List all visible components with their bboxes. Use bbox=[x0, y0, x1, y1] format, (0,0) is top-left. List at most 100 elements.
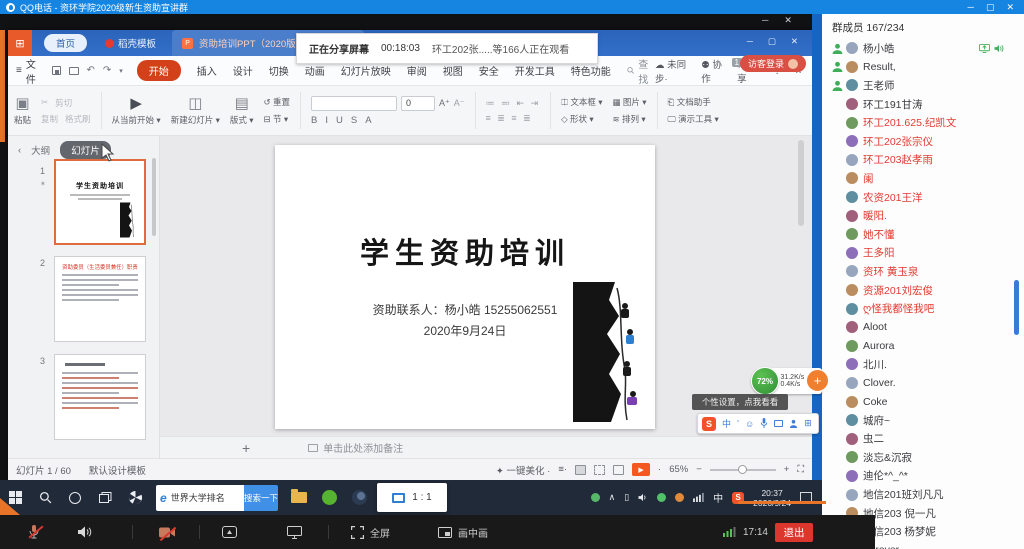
tab-home[interactable]: 首页 bbox=[44, 34, 87, 52]
menu-tab[interactable]: 审阅 bbox=[407, 63, 427, 78]
notes-placeholder[interactable]: 单击此处添加备注 bbox=[308, 440, 403, 455]
360-browser-icon[interactable] bbox=[120, 480, 150, 515]
member-row[interactable]: 淡忘&沉寂 bbox=[822, 448, 1024, 467]
app-circle-icon[interactable] bbox=[344, 480, 374, 515]
sogou-logo-icon[interactable]: S bbox=[702, 417, 716, 431]
align-icons[interactable]: ≡ ≣ ≡ ≣ bbox=[486, 113, 541, 124]
section-button[interactable]: ⊟ 节 ▾ bbox=[264, 113, 291, 125]
member-row[interactable]: 环工203赵孝雨 bbox=[822, 151, 1024, 170]
format-button[interactable]: I bbox=[325, 115, 328, 126]
taskbar-search-bar[interactable]: e bbox=[156, 485, 244, 511]
member-row[interactable]: 王老师 bbox=[822, 76, 1024, 95]
menu-tab[interactable]: 设计 bbox=[233, 63, 253, 78]
menu-tab[interactable]: 开始 bbox=[137, 60, 181, 81]
arrange-button[interactable]: ≋ 排列 ▾ bbox=[612, 113, 646, 125]
zoom-level[interactable]: 65% bbox=[669, 464, 688, 475]
decrease-font-icon[interactable]: A⁻ bbox=[454, 98, 465, 109]
fullscreen-button[interactable]: 全屏 bbox=[351, 525, 390, 540]
whiteboard-icon[interactable] bbox=[287, 526, 302, 539]
ime-language-toggle[interactable]: 中 bbox=[722, 417, 731, 430]
member-row[interactable]: 阑 bbox=[822, 169, 1024, 188]
wps-app-logo-icon[interactable]: ⊞ bbox=[8, 30, 32, 56]
zoom-slider-handle[interactable] bbox=[738, 465, 747, 474]
member-row[interactable]: Coke bbox=[822, 392, 1024, 411]
soft-keyboard-icon[interactable] bbox=[774, 420, 783, 427]
print-icon[interactable] bbox=[69, 67, 79, 75]
member-row[interactable]: 资源201刘宏俊 bbox=[822, 281, 1024, 300]
save-icon[interactable] bbox=[52, 66, 61, 75]
tray-battery-icon[interactable]: ▯ bbox=[624, 492, 629, 503]
slide-thumbnail-2[interactable]: 资助委员（生活委员兼任）职责 bbox=[54, 256, 146, 342]
expand-panel-button[interactable]: + bbox=[806, 369, 829, 392]
menu-tab[interactable]: 开发工具 bbox=[515, 63, 555, 78]
member-row[interactable]: 环工201.625.纪凯文 bbox=[822, 113, 1024, 132]
tray-wechat-icon[interactable] bbox=[657, 493, 666, 502]
paste-button[interactable]: ▣ 粘贴 bbox=[14, 90, 31, 131]
punctuation-toggle-icon[interactable]: ʼ bbox=[737, 419, 739, 429]
reset-button[interactable]: ↺ 重置 bbox=[264, 96, 291, 108]
tray-usb-icon[interactable] bbox=[591, 493, 600, 502]
quickbar-dropdown-icon[interactable]: ▾ bbox=[119, 67, 123, 75]
sync-status[interactable]: ☁ 未同步· bbox=[655, 57, 688, 85]
share-screen-icon[interactable] bbox=[222, 526, 237, 538]
slide-thumbnail-3[interactable] bbox=[54, 354, 146, 440]
zoom-out-button[interactable]: − bbox=[696, 464, 702, 475]
format-button[interactable]: B bbox=[311, 115, 317, 126]
slide-area-scrollbar[interactable] bbox=[798, 140, 804, 226]
normal-view-icon[interactable] bbox=[575, 465, 586, 475]
tab-outline[interactable]: 大纲 bbox=[31, 143, 50, 157]
wps-close-button[interactable]: ✕ bbox=[791, 36, 798, 47]
panel-collapse-icon[interactable]: ‹ bbox=[18, 145, 21, 156]
member-row[interactable]: 虫二 bbox=[822, 429, 1024, 448]
camera-muted-icon[interactable] bbox=[159, 527, 175, 538]
member-row[interactable]: 迪伦*^_^* bbox=[822, 467, 1024, 486]
collab-button[interactable]: ⚉ 协作 bbox=[701, 57, 724, 85]
file-menu[interactable]: ≡ 文件 bbox=[16, 56, 42, 86]
member-row[interactable]: 王多阳 bbox=[822, 244, 1024, 263]
tray-qq-icon[interactable] bbox=[675, 493, 684, 502]
slide-thumbnail-1[interactable]: 学生资助培训 bbox=[54, 159, 146, 245]
shape-button[interactable]: ◇ 形状 ▾ bbox=[561, 113, 602, 125]
thumbnail-scrollbar[interactable] bbox=[152, 158, 156, 236]
undo-icon[interactable]: ↶ bbox=[87, 65, 95, 76]
taskbar-search-input[interactable] bbox=[171, 493, 233, 503]
member-row[interactable]: 杨小皓 bbox=[822, 39, 1024, 58]
minimize-button[interactable]: ─ bbox=[968, 2, 974, 13]
microphone-muted-icon[interactable] bbox=[28, 525, 40, 539]
cortana-icon[interactable] bbox=[60, 480, 90, 515]
guest-login-button[interactable]: 访客登录 bbox=[740, 55, 806, 72]
zoom-slider[interactable] bbox=[710, 469, 776, 471]
search-box[interactable]: 查找 bbox=[627, 56, 655, 86]
cut-icon[interactable]: ✂ bbox=[41, 97, 48, 108]
format-button[interactable]: U bbox=[336, 115, 343, 126]
menu-tab[interactable]: 切换 bbox=[269, 63, 289, 78]
member-row[interactable]: 她不懂 bbox=[822, 225, 1024, 244]
member-row[interactable]: 北川. bbox=[822, 355, 1024, 374]
member-row[interactable]: 城府~ bbox=[822, 411, 1024, 430]
panel-divider[interactable] bbox=[812, 14, 822, 549]
member-row[interactable]: Result, bbox=[822, 58, 1024, 77]
wps-maximize-button[interactable]: ▢ bbox=[768, 36, 776, 47]
member-row[interactable]: 暖阳. bbox=[822, 206, 1024, 225]
list-format-icons[interactable]: ≔ ≕ ⇤ ⇥ bbox=[486, 98, 541, 109]
file-explorer-icon[interactable] bbox=[284, 480, 314, 515]
design-template-label[interactable]: 默认设计模板 bbox=[89, 463, 146, 477]
exit-call-button[interactable]: 退出 bbox=[775, 523, 813, 542]
menu-tab[interactable]: 插入 bbox=[197, 63, 217, 78]
member-row[interactable]: Aloot bbox=[822, 318, 1024, 337]
fit-window-icon[interactable]: ⛶ bbox=[797, 464, 804, 475]
play-from-current-button[interactable]: ▶ 从当前开始 ▾ bbox=[112, 90, 161, 131]
increase-font-icon[interactable]: A⁺ bbox=[439, 98, 450, 109]
task-view-icon[interactable] bbox=[90, 480, 120, 515]
taskbar-search-icon[interactable] bbox=[30, 480, 60, 515]
emoji-icon[interactable]: ☺ bbox=[745, 419, 754, 429]
doc-assistant-button[interactable]: ⎗ 文档助手 bbox=[668, 96, 719, 108]
tray-network-icon[interactable] bbox=[693, 493, 704, 502]
tray-volume-icon[interactable] bbox=[638, 493, 648, 502]
skin-person-icon[interactable] bbox=[789, 419, 798, 428]
copy-button[interactable]: 复制 bbox=[41, 113, 58, 125]
tray-expand-icon[interactable]: ∧ bbox=[609, 492, 616, 503]
menu-tab[interactable]: 安全 bbox=[479, 63, 499, 78]
zoom-in-button[interactable]: + bbox=[784, 464, 790, 475]
menu-tab[interactable]: 视图 bbox=[443, 63, 463, 78]
